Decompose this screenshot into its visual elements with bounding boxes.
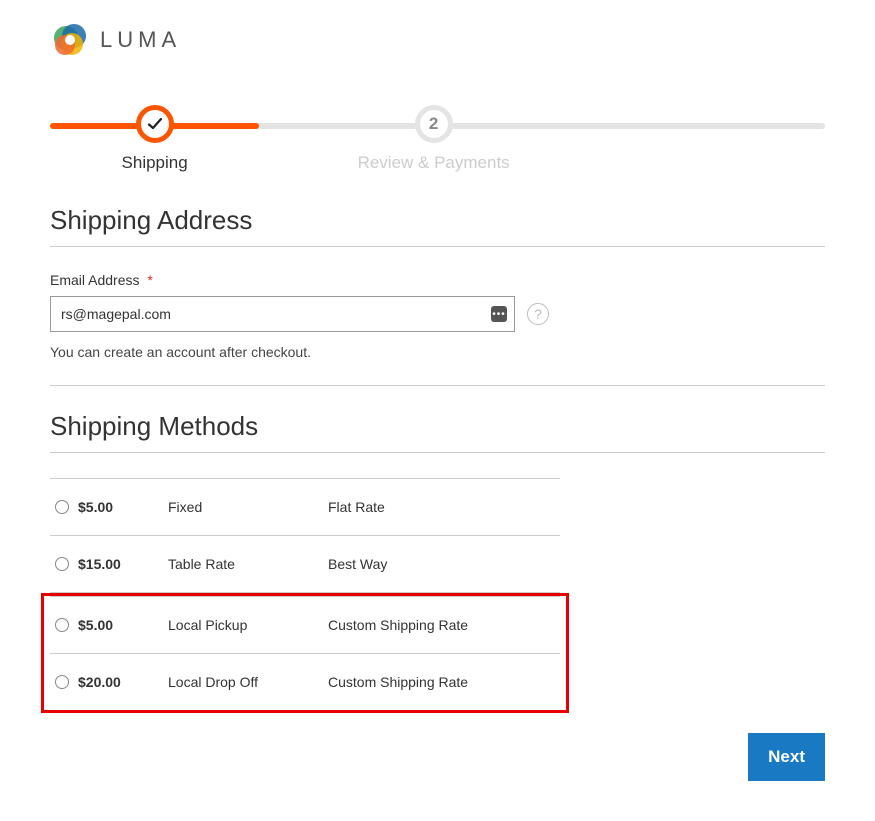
shipping-methods-list: $5.00 Fixed Flat Rate $15.00 Table Rate …	[50, 478, 560, 713]
shipping-method-row[interactable]: $15.00 Table Rate Best Way	[50, 536, 560, 593]
step-shipping[interactable]: Shipping	[50, 105, 259, 173]
shipping-method: Table Rate	[168, 556, 328, 572]
divider	[50, 385, 825, 386]
luma-logo-icon	[50, 20, 90, 60]
brand-name: LUMA	[100, 27, 181, 53]
brand-logo[interactable]: LUMA	[50, 20, 181, 60]
step-number-icon: 2	[415, 105, 453, 143]
shipping-price: $5.00	[78, 499, 168, 515]
shipping-method-row[interactable]: $20.00 Local Drop Off Custom Shipping Ra…	[50, 654, 560, 710]
email-field[interactable]	[50, 296, 515, 332]
email-label-text: Email Address	[50, 272, 139, 288]
email-label: Email Address *	[50, 272, 825, 288]
footer-actions: Next	[50, 733, 825, 781]
shipping-address-title: Shipping Address	[50, 205, 825, 236]
step-review-payments[interactable]: 2 Review & Payments	[259, 105, 608, 173]
divider	[50, 246, 825, 247]
step-label: Review & Payments	[259, 153, 608, 173]
divider	[50, 452, 825, 453]
shipping-method-radio[interactable]	[55, 675, 69, 689]
custom-rate-highlight: $5.00 Local Pickup Custom Shipping Rate …	[41, 593, 569, 713]
shipping-method-radio[interactable]	[55, 557, 69, 571]
shipping-price: $20.00	[78, 674, 168, 690]
shipping-price: $15.00	[78, 556, 168, 572]
shipping-method-row[interactable]: $5.00 Local Pickup Custom Shipping Rate	[50, 596, 560, 654]
shipping-carrier: Custom Shipping Rate	[328, 674, 560, 690]
shipping-carrier: Flat Rate	[328, 499, 560, 515]
header: LUMA	[50, 20, 825, 75]
checkout-progress: Shipping 2 Review & Payments	[50, 105, 825, 165]
email-input-wrap: •••	[50, 296, 515, 332]
help-icon[interactable]: ?	[527, 303, 549, 325]
required-indicator: *	[147, 272, 152, 288]
shipping-method-radio[interactable]	[55, 618, 69, 632]
shipping-methods-title: Shipping Methods	[50, 411, 825, 442]
shipping-price: $5.00	[78, 617, 168, 633]
shipping-method: Local Pickup	[168, 617, 328, 633]
shipping-method-row[interactable]: $5.00 Fixed Flat Rate	[50, 478, 560, 536]
shipping-carrier: Custom Shipping Rate	[328, 617, 560, 633]
next-button[interactable]: Next	[748, 733, 825, 781]
autofill-icon[interactable]: •••	[491, 306, 507, 322]
shipping-method-radio[interactable]	[55, 500, 69, 514]
check-icon	[136, 105, 174, 143]
shipping-carrier: Best Way	[328, 556, 560, 572]
step-label: Shipping	[50, 153, 259, 173]
shipping-method: Fixed	[168, 499, 328, 515]
shipping-method: Local Drop Off	[168, 674, 328, 690]
email-hint: You can create an account after checkout…	[50, 344, 825, 360]
